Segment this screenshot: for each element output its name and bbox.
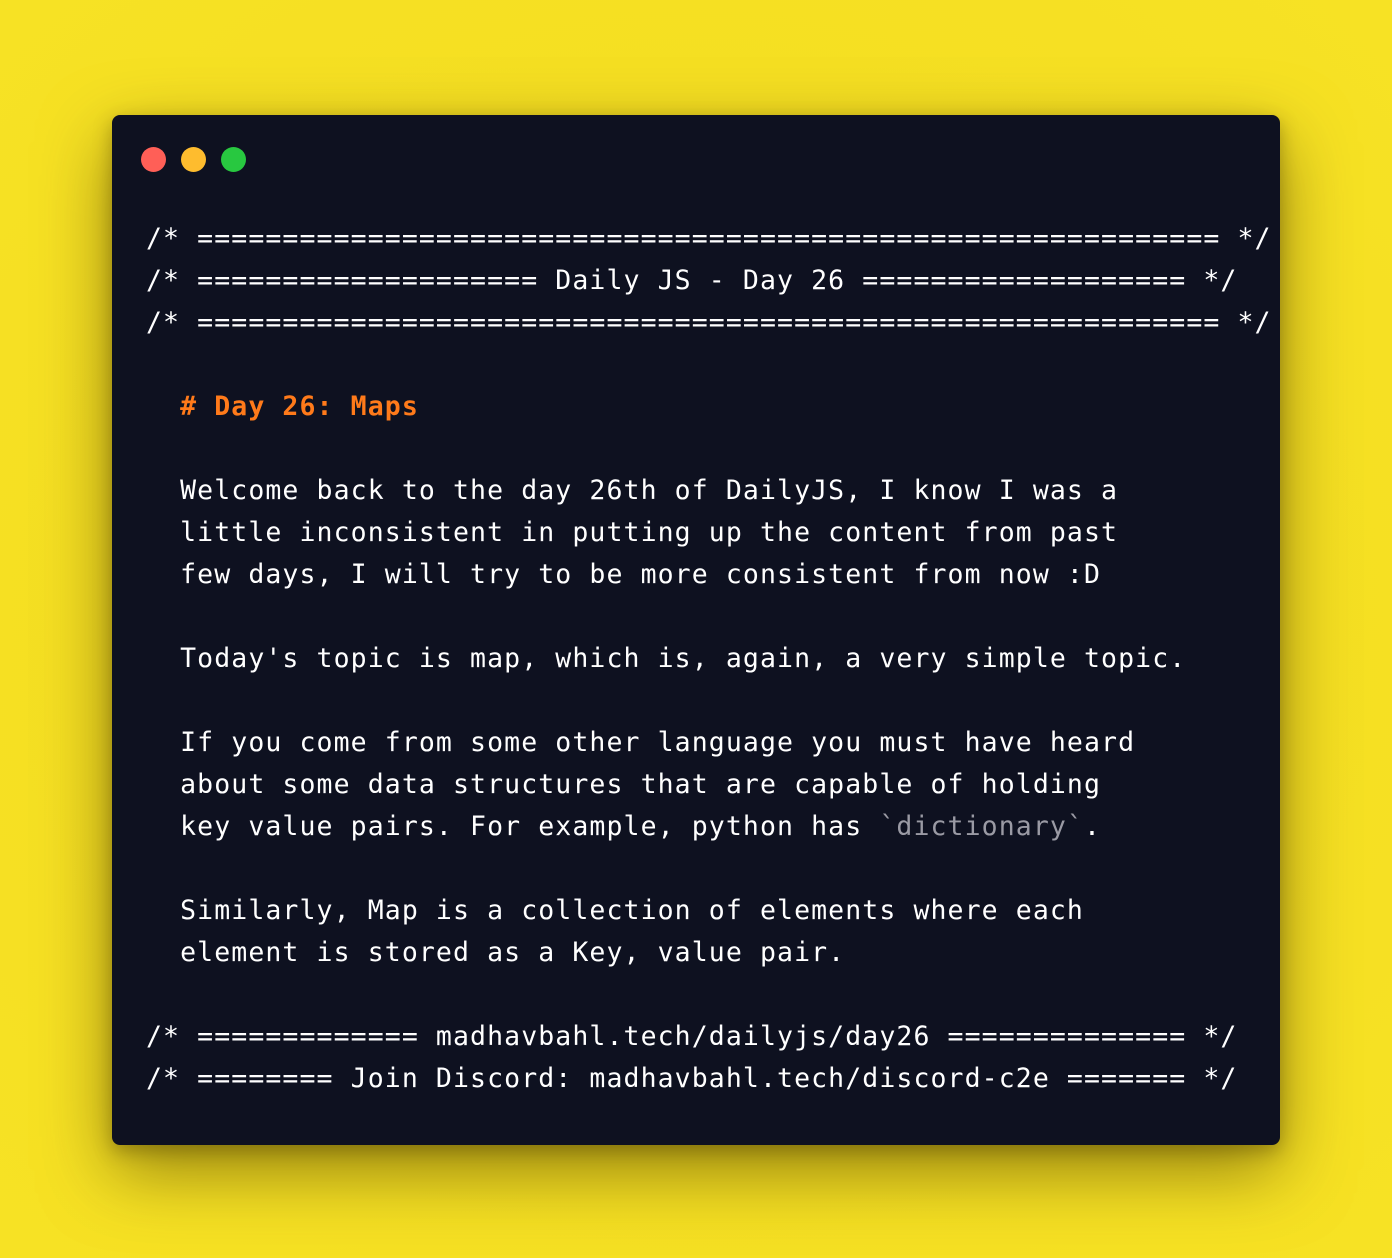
code-block: /* =====================================…	[146, 218, 1272, 1100]
paragraph-line: If you come from some other language you…	[146, 722, 1272, 764]
heading-line: # Day 26: Maps	[146, 386, 1272, 428]
footer-discord-line: /* ======== Join Discord: madhavbahl.tec…	[146, 1063, 1238, 1094]
paragraph-line: key value pairs. For example, python has…	[146, 806, 1272, 848]
header-title-line: /* ==================== Daily JS - Day 2…	[146, 265, 1238, 296]
paragraph-line: element is stored as a Key, value pair.	[146, 932, 1272, 974]
paragraph-text: Similarly, Map is a collection of elemen…	[180, 895, 1084, 926]
paragraph-text: element is stored as a Key, value pair.	[180, 937, 846, 968]
section-heading: # Day 26: Maps	[180, 391, 419, 422]
paragraph-text: .	[1084, 811, 1102, 842]
paragraph-line: Welcome back to the day 26th of DailyJS,…	[146, 470, 1272, 512]
paragraph-line: Similarly, Map is a collection of elemen…	[146, 890, 1272, 932]
paragraph-text: key value pairs. For example, python has	[180, 811, 880, 842]
footer-link-line: /* ============= madhavbahl.tech/dailyjs…	[146, 1021, 1238, 1052]
paragraph-text: Today's topic is map, which is, again, a…	[180, 643, 1187, 674]
paragraph-text: If you come from some other language you…	[180, 727, 1136, 758]
paragraph-text: little inconsistent in putting up the co…	[180, 517, 1119, 548]
paragraph-text: few days, I will try to be more consiste…	[180, 559, 1102, 590]
paragraph-line: Today's topic is map, which is, again, a…	[146, 638, 1272, 680]
close-dot-icon	[141, 147, 166, 172]
paragraph-text: about some data structures that are capa…	[180, 769, 1102, 800]
header-comment-line: /* =====================================…	[146, 223, 1272, 254]
paragraph-text: Welcome back to the day 26th of DailyJS,…	[180, 475, 1119, 506]
maximize-dot-icon	[221, 147, 246, 172]
code-window: /* =====================================…	[112, 115, 1280, 1145]
paragraph-line: few days, I will try to be more consiste…	[146, 554, 1272, 596]
header-comment-line: /* =====================================…	[146, 307, 1272, 338]
inline-code: `dictionary`	[879, 811, 1084, 842]
minimize-dot-icon	[181, 147, 206, 172]
paragraph-line: little inconsistent in putting up the co…	[146, 512, 1272, 554]
paragraph-line: about some data structures that are capa…	[146, 764, 1272, 806]
